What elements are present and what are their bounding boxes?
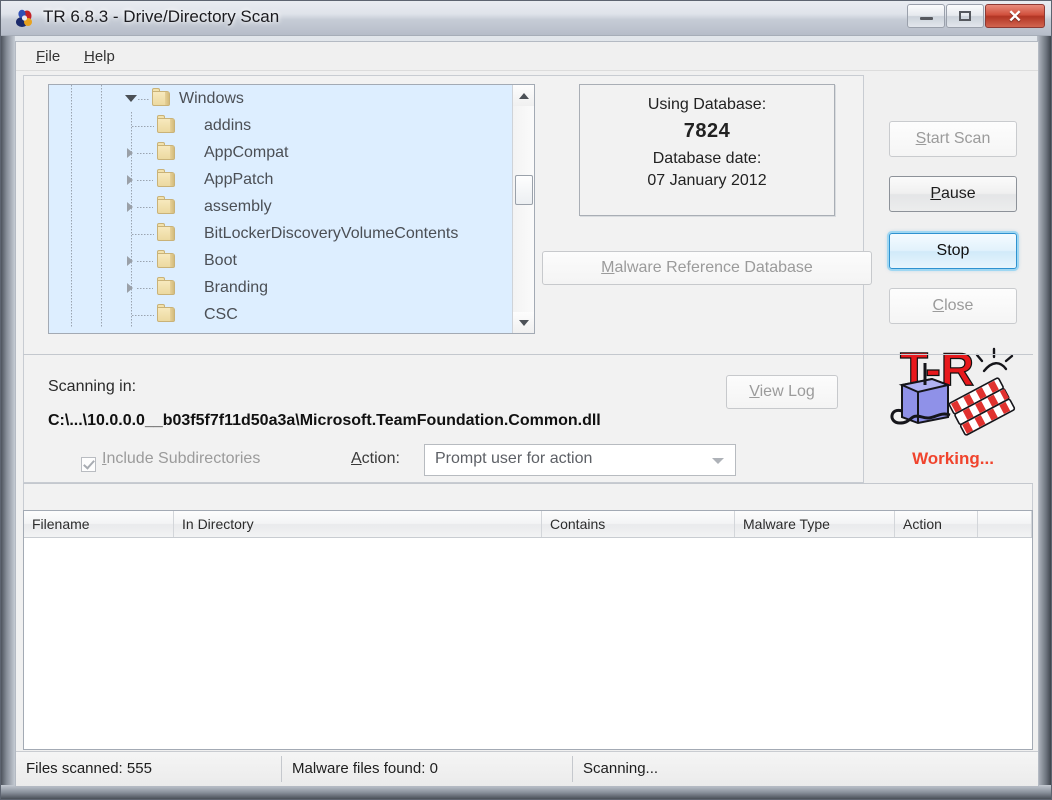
folder-icon bbox=[152, 88, 170, 106]
maximize-icon bbox=[959, 11, 971, 21]
column-header-in-directory[interactable]: In Directory bbox=[174, 511, 542, 537]
tree-item-bitlockerdiscoveryvolumecontents[interactable]: BitLockerDiscoveryVolumeContents bbox=[49, 220, 511, 247]
status-state: Scanning... bbox=[583, 760, 659, 777]
close-icon: ✕ bbox=[1007, 6, 1023, 26]
expand-triangle-icon[interactable] bbox=[127, 148, 133, 158]
tree-item-assembly[interactable]: assembly bbox=[49, 193, 511, 220]
database-date-label: Database date: bbox=[652, 150, 762, 167]
scrollbar-thumb[interactable] bbox=[515, 175, 533, 205]
tree-item-branding[interactable]: Branding bbox=[49, 274, 511, 301]
column-header-malware-type[interactable]: Malware Type bbox=[735, 511, 895, 537]
working-status-text: Working... bbox=[912, 449, 994, 468]
folder-icon bbox=[157, 196, 175, 214]
window-frame-right bbox=[1037, 1, 1051, 799]
results-list[interactable]: Filename In Directory Contains Malware T… bbox=[23, 510, 1033, 750]
minimize-button[interactable] bbox=[907, 4, 945, 28]
status-bar: Files scanned: 555 Malware files found: … bbox=[16, 751, 1038, 786]
tree-item-windows[interactable]: Windows bbox=[49, 85, 511, 112]
tree-item-apppatch[interactable]: AppPatch bbox=[49, 166, 511, 193]
view-log-button[interactable]: View Log bbox=[726, 375, 838, 409]
action-dropdown-value: Prompt user for action bbox=[435, 450, 593, 467]
maximize-button[interactable] bbox=[946, 4, 984, 28]
database-date-value: 07 January 2012 bbox=[647, 172, 767, 189]
client-area: File Help Windows addins AppCompat AppPa… bbox=[15, 41, 1039, 787]
include-subdirectories-checkbox[interactable] bbox=[81, 457, 96, 472]
stop-button[interactable]: Stop bbox=[889, 233, 1017, 269]
expand-triangle-icon[interactable] bbox=[127, 202, 133, 212]
window-frame-bottom bbox=[1, 785, 1051, 799]
tree-item-appcompat[interactable]: AppCompat bbox=[49, 139, 511, 166]
window-frame-left bbox=[1, 1, 15, 799]
scroll-up-button[interactable] bbox=[513, 85, 534, 106]
expand-triangle-open-icon[interactable] bbox=[125, 95, 137, 102]
column-header-action[interactable]: Action bbox=[895, 511, 978, 537]
column-header-contains[interactable]: Contains bbox=[542, 511, 735, 537]
action-label: Action: bbox=[351, 450, 400, 467]
tree-item-addins[interactable]: addins bbox=[49, 112, 511, 139]
folder-icon bbox=[157, 223, 175, 241]
tree-item-csc[interactable]: CSC bbox=[49, 301, 511, 328]
tree-item-label: Windows bbox=[179, 90, 244, 107]
database-version: 7824 bbox=[683, 120, 731, 142]
folder-icon bbox=[157, 277, 175, 295]
status-files-scanned: Files scanned: 555 bbox=[26, 760, 152, 777]
directory-tree-items: Windows addins AppCompat AppPatch assemb… bbox=[49, 85, 511, 333]
application-window: TR 6.8.3 - Drive/Directory Scan ✕ File H… bbox=[0, 0, 1052, 800]
chevron-up-icon bbox=[518, 92, 529, 99]
folder-icon bbox=[157, 169, 175, 187]
pause-button[interactable]: Pause bbox=[889, 176, 1017, 212]
scroll-down-button[interactable] bbox=[513, 312, 534, 333]
include-subdirectories-label[interactable]: Include Subdirectories bbox=[102, 450, 260, 468]
tree-item-label: Branding bbox=[204, 279, 269, 296]
tree-item-label: AppCompat bbox=[204, 144, 289, 161]
folder-icon bbox=[157, 304, 175, 322]
close-button[interactable]: Close bbox=[889, 288, 1017, 324]
title-bar[interactable]: TR 6.8.3 - Drive/Directory Scan ✕ bbox=[1, 1, 1051, 36]
status-malware-found: Malware files found: 0 bbox=[292, 760, 438, 777]
results-rows[interactable] bbox=[24, 538, 1032, 749]
chevron-down-icon bbox=[518, 319, 529, 326]
folder-icon bbox=[157, 142, 175, 160]
stop-button-label: Stop bbox=[936, 242, 970, 259]
folder-icon bbox=[157, 115, 175, 133]
folder-icon bbox=[157, 250, 175, 268]
scanning-path-value: C:\...\10.0.0.0__b03f5f7f11d50a3a\Micros… bbox=[48, 412, 601, 429]
close-window-button[interactable]: ✕ bbox=[985, 4, 1045, 28]
results-column-headers: Filename In Directory Contains Malware T… bbox=[24, 511, 1032, 538]
chevron-down-icon bbox=[712, 458, 724, 464]
menu-bar: File Help bbox=[16, 42, 1038, 71]
column-header-extra[interactable] bbox=[978, 511, 1032, 537]
action-dropdown[interactable]: Prompt user for action bbox=[424, 444, 736, 476]
trojan-remover-logo: T-R bbox=[888, 342, 1018, 441]
tree-item-label: BitLockerDiscoveryVolumeContents bbox=[204, 225, 459, 242]
expand-triangle-icon[interactable] bbox=[127, 175, 133, 185]
expand-triangle-icon[interactable] bbox=[127, 283, 133, 293]
tree-scrollbar[interactable] bbox=[512, 85, 534, 333]
scan-target-panel: Windows addins AppCompat AppPatch assemb… bbox=[23, 75, 872, 388]
expand-triangle-icon[interactable] bbox=[127, 256, 133, 266]
scan-status-panel: Scanning in: C:\...\10.0.0.0__b03f5f7f11… bbox=[23, 355, 864, 483]
database-info-panel: Using Database: 7824 Database date: 07 J… bbox=[579, 84, 835, 216]
tree-item-label: AppPatch bbox=[204, 171, 274, 188]
trojan-remover-icon bbox=[15, 8, 35, 28]
tree-item-boot[interactable]: Boot bbox=[49, 247, 511, 274]
column-header-filename[interactable]: Filename bbox=[24, 511, 174, 537]
start-scan-button[interactable]: Start Scan bbox=[889, 121, 1017, 157]
scanning-in-label: Scanning in: bbox=[48, 378, 137, 395]
window-title: TR 6.8.3 - Drive/Directory Scan bbox=[43, 7, 280, 26]
tree-item-label: Boot bbox=[204, 252, 237, 269]
tree-item-label: CSC bbox=[204, 306, 238, 323]
tree-item-label: assembly bbox=[204, 198, 272, 215]
window-controls: ✕ bbox=[906, 4, 1045, 28]
menu-file[interactable]: File bbox=[30, 47, 66, 66]
menu-help[interactable]: Help bbox=[78, 47, 121, 66]
directory-tree[interactable]: Windows addins AppCompat AppPatch assemb… bbox=[48, 84, 535, 334]
using-database-label: Using Database: bbox=[647, 96, 767, 113]
malware-reference-database-button[interactable]: Malware Reference Database bbox=[542, 251, 872, 285]
tree-item-label: addins bbox=[204, 117, 252, 134]
minimize-icon bbox=[919, 17, 933, 20]
